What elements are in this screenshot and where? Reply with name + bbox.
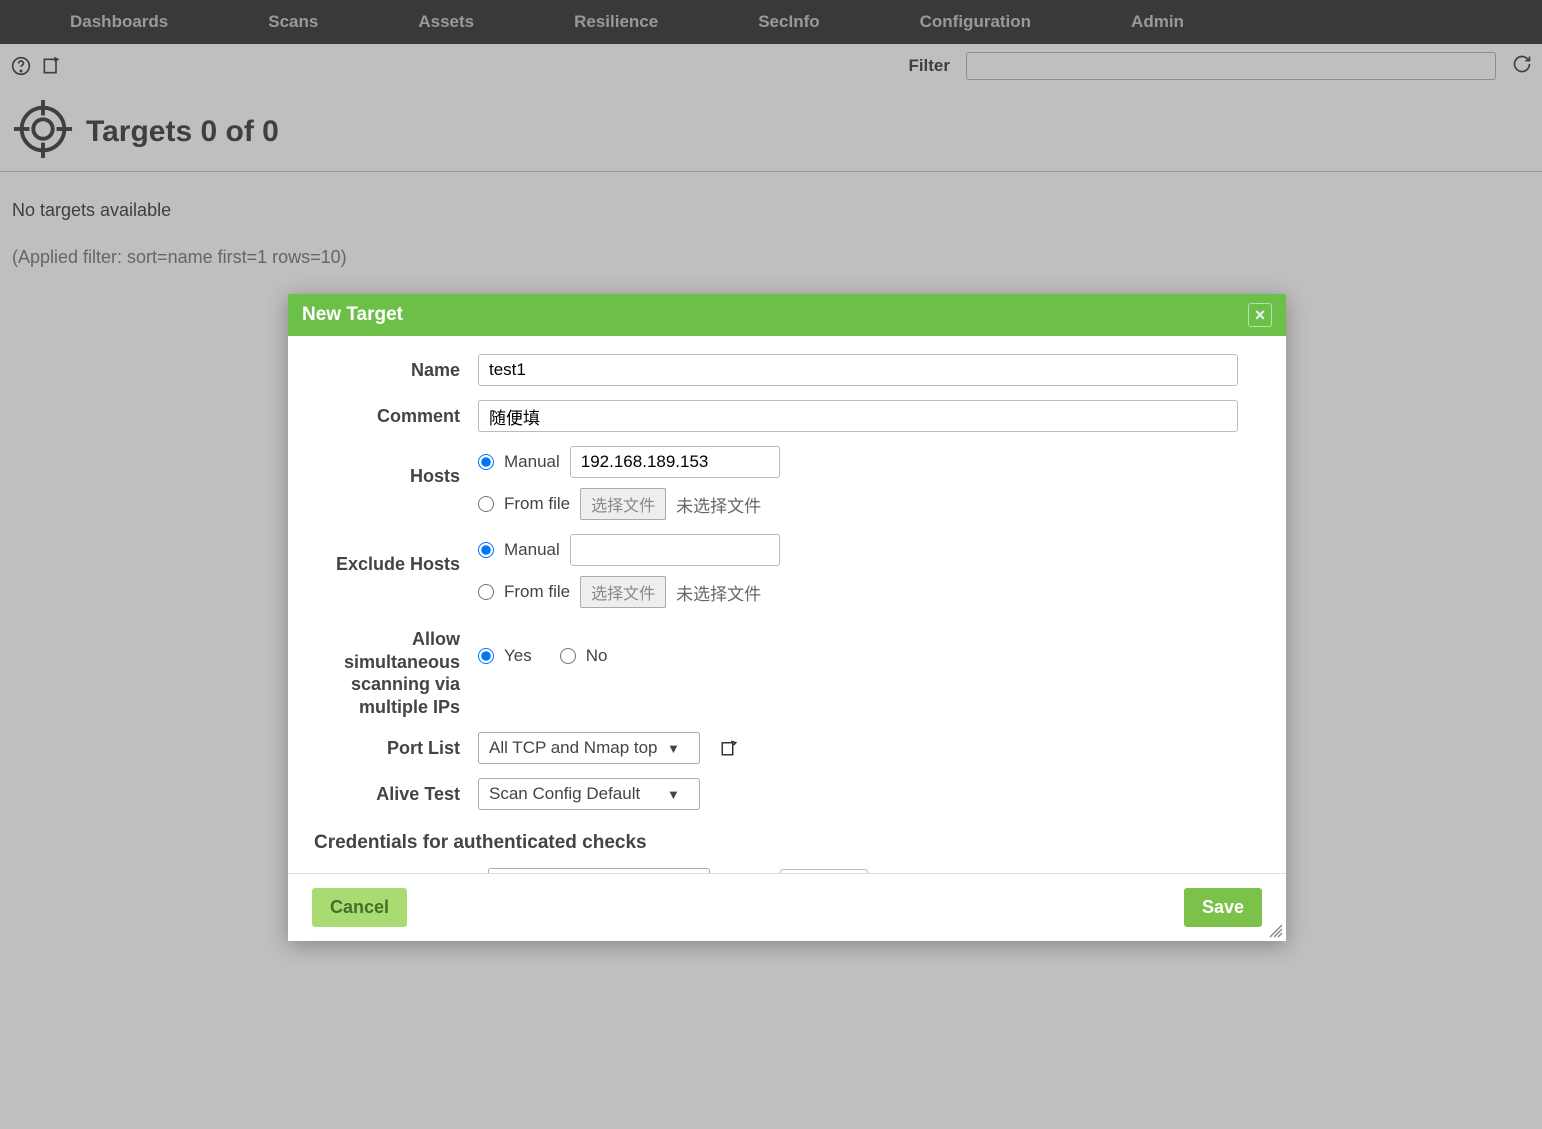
- comment-input[interactable]: [478, 400, 1238, 432]
- port-list-selected: All TCP and Nmap top 100: [489, 738, 659, 758]
- ssh-port-input[interactable]: [780, 869, 868, 873]
- exclude-fromfile-radio[interactable]: [478, 584, 494, 600]
- cancel-button[interactable]: Cancel: [312, 888, 407, 927]
- save-button[interactable]: Save: [1184, 888, 1262, 927]
- chevron-down-icon: ▼: [667, 741, 680, 756]
- label-alive-test: Alive Test: [314, 778, 478, 805]
- hosts-file-status: 未选择文件: [676, 492, 761, 517]
- hosts-manual-input[interactable]: [570, 446, 780, 478]
- label-exclude-hosts: Exclude Hosts: [314, 534, 478, 575]
- exclude-manual-radio[interactable]: [478, 542, 494, 558]
- name-input[interactable]: [478, 354, 1238, 386]
- resize-grip-icon[interactable]: [1268, 923, 1284, 939]
- exclude-file-status: 未选择文件: [676, 580, 761, 605]
- hosts-fromfile-radio[interactable]: [478, 496, 494, 512]
- modal-footer: Cancel Save: [288, 873, 1286, 941]
- close-icon[interactable]: ×: [1248, 303, 1272, 327]
- new-target-modal: New Target × Name Comment Hosts Manual: [288, 294, 1286, 941]
- hosts-fromfile-label: From file: [504, 494, 570, 514]
- new-port-list-icon[interactable]: [718, 737, 740, 759]
- alive-test-select[interactable]: Scan Config Default ▼: [478, 778, 700, 810]
- hosts-choose-file-button[interactable]: 选择文件: [580, 488, 666, 520]
- hosts-manual-radio[interactable]: [478, 454, 494, 470]
- simul-yes-label: Yes: [504, 646, 532, 666]
- label-hosts: Hosts: [314, 446, 478, 487]
- alive-test-selected: Scan Config Default: [489, 784, 659, 804]
- modal-header: New Target ×: [288, 294, 1286, 336]
- simul-yes-radio[interactable]: [478, 648, 494, 664]
- simul-no-radio[interactable]: [560, 648, 576, 664]
- simul-no-label: No: [586, 646, 608, 666]
- label-name: Name: [314, 354, 478, 381]
- exclude-choose-file-button[interactable]: 选择文件: [580, 576, 666, 608]
- modal-body: Name Comment Hosts Manual: [288, 336, 1286, 873]
- label-ssh: SSH: [314, 872, 478, 874]
- exclude-fromfile-label: From file: [504, 582, 570, 602]
- chevron-down-icon: ▼: [667, 787, 680, 802]
- credentials-heading: Credentials for authenticated checks: [314, 832, 1260, 854]
- exclude-manual-input[interactable]: [570, 534, 780, 566]
- exclude-manual-label: Manual: [504, 540, 560, 560]
- port-list-select[interactable]: All TCP and Nmap top 100 ▼: [478, 732, 700, 764]
- label-allow-simultaneous: Allow simultaneous scanning via multiple…: [314, 622, 478, 718]
- hosts-manual-label: Manual: [504, 452, 560, 472]
- modal-title: New Target: [302, 304, 403, 326]
- ssh-credential-select[interactable]: -- ▼: [488, 868, 710, 873]
- label-comment: Comment: [314, 400, 478, 427]
- label-port-list: Port List: [314, 732, 478, 759]
